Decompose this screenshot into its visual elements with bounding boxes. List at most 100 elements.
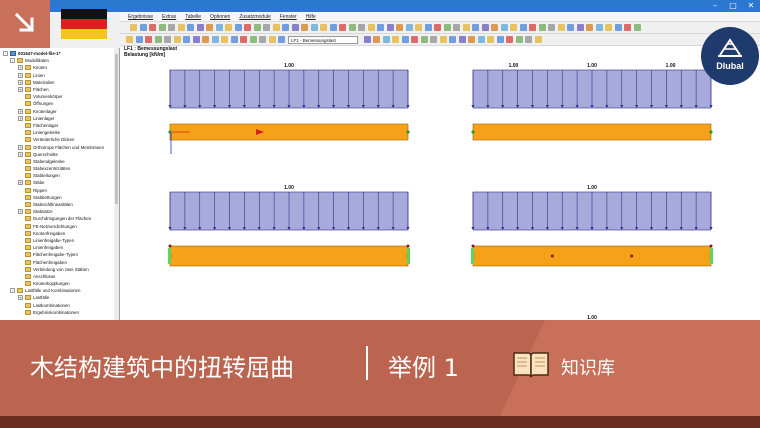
- toolbar-button[interactable]: [434, 24, 441, 31]
- toolbar-button[interactable]: [268, 36, 276, 43]
- menu-item[interactable]: Optionen: [210, 12, 230, 21]
- toolbar-button[interactable]: [310, 24, 318, 31]
- toolbar-button[interactable]: [126, 36, 133, 43]
- toolbar-button[interactable]: [525, 36, 532, 43]
- toolbar-button[interactable]: [225, 24, 232, 31]
- tree-item[interactable]: + Linienlager: [0, 115, 115, 122]
- toolbar-button[interactable]: [363, 36, 371, 43]
- expand-icon[interactable]: +: [18, 151, 23, 157]
- menu-item[interactable]: Zusatzmodule: [239, 12, 270, 21]
- tree-item[interactable]: Flächenlager: [0, 122, 115, 129]
- toolbar-button[interactable]: [519, 24, 527, 31]
- toolbar-button[interactable]: [633, 24, 641, 31]
- menu-item[interactable]: Hilfe: [306, 12, 316, 21]
- expand-icon[interactable]: +: [18, 72, 23, 78]
- toolbar-button[interactable]: [506, 36, 513, 43]
- toolbar-button[interactable]: [177, 24, 185, 31]
- toolbar-button[interactable]: [386, 24, 394, 31]
- tree-item[interactable]: Verbindung von zwei Stäben: [0, 266, 115, 273]
- toolbar-button[interactable]: [462, 24, 470, 31]
- toolbar-button[interactable]: [548, 24, 555, 31]
- tree-item[interactable]: + Materialien: [0, 79, 115, 86]
- toolbar-button[interactable]: [253, 24, 261, 31]
- expand-icon[interactable]: +: [18, 108, 23, 114]
- tree-item[interactable]: Liniengelenke: [0, 129, 115, 136]
- toolbar-button[interactable]: [367, 24, 375, 31]
- tree-item[interactable]: Volumenkörper: [0, 93, 115, 100]
- tree-item[interactable]: + Knotenlager: [0, 108, 115, 115]
- tree-item[interactable]: + Querschnitte: [0, 151, 115, 158]
- toolbar-button[interactable]: [158, 24, 166, 31]
- toolbar-button[interactable]: [496, 36, 504, 43]
- menu-item[interactable]: Ergebnisse: [128, 12, 153, 21]
- toolbar-button[interactable]: [453, 24, 460, 31]
- toolbar-button[interactable]: [135, 36, 143, 43]
- toolbar-button[interactable]: [130, 24, 137, 31]
- toolbar-button[interactable]: [230, 36, 238, 43]
- toolbar-button[interactable]: [595, 24, 603, 31]
- tree-item[interactable]: Veränderliche Dicken: [0, 136, 115, 143]
- toolbar-button[interactable]: [534, 36, 542, 43]
- toolbar-button[interactable]: [154, 36, 162, 43]
- toolbar-button[interactable]: [458, 36, 466, 43]
- tree-item[interactable]: + Orthotrope Flächen und Membranen: [0, 143, 115, 150]
- expand-icon[interactable]: +: [18, 209, 23, 215]
- navigator-scrollbar[interactable]: [114, 48, 119, 320]
- toolbar-button[interactable]: [215, 24, 223, 31]
- toolbar-button[interactable]: [472, 24, 479, 31]
- toolbar-button[interactable]: [173, 36, 181, 43]
- toolbar-button[interactable]: [392, 36, 399, 43]
- toolbar-button[interactable]: [529, 24, 536, 31]
- toolbar-button[interactable]: [411, 36, 418, 43]
- member-panel[interactable]: 1.00 1.00 1.00: [471, 63, 713, 141]
- toolbar-button[interactable]: [500, 24, 508, 31]
- toolbar-button[interactable]: [348, 24, 356, 31]
- member-panel[interactable]: 1.00: [168, 63, 410, 154]
- tree-item[interactable]: + Flächen: [0, 86, 115, 93]
- expand-icon[interactable]: +: [18, 144, 23, 150]
- toolbar-button[interactable]: [443, 24, 451, 31]
- toolbar-button[interactable]: [196, 24, 204, 31]
- toolbar-button[interactable]: [187, 24, 194, 31]
- toolbar-button[interactable]: [449, 36, 456, 43]
- collapse-icon[interactable]: -: [3, 51, 8, 57]
- menu-item[interactable]: Extras: [162, 12, 176, 21]
- tree-item[interactable]: + Lastfälle: [0, 294, 115, 301]
- toolbar-button[interactable]: [329, 24, 337, 31]
- tree-item[interactable]: + Stabsätze: [0, 208, 115, 215]
- expand-icon[interactable]: +: [18, 65, 23, 71]
- toolbar-button[interactable]: [567, 24, 574, 31]
- tree-item[interactable]: Stabbettungen: [0, 194, 115, 201]
- tree-item[interactable]: Durchdringungen der Flächen: [0, 215, 115, 222]
- tree-item[interactable]: + Stäbe: [0, 179, 115, 186]
- expand-icon[interactable]: +: [18, 180, 23, 186]
- toolbar-button[interactable]: [234, 24, 242, 31]
- toolbar-button[interactable]: [339, 24, 346, 31]
- tree-item[interactable]: Stabendgelenke: [0, 158, 115, 165]
- toolbar-button[interactable]: [439, 36, 447, 43]
- toolbar-button[interactable]: [149, 24, 156, 31]
- expand-icon[interactable]: +: [18, 115, 23, 121]
- tree-item[interactable]: Linienfreigaben: [0, 244, 115, 251]
- tree-item[interactable]: - Modelldaten: [0, 57, 115, 64]
- tree-item[interactable]: + Linien: [0, 72, 115, 79]
- toolbar-button[interactable]: [424, 24, 432, 31]
- member-panel[interactable]: 1.00: [471, 185, 713, 267]
- tree-item[interactable]: Flächenfreigabe-Typen: [0, 251, 115, 258]
- toolbar-button[interactable]: [415, 24, 422, 31]
- toolbar-button[interactable]: [164, 36, 171, 43]
- toolbar-button[interactable]: [481, 24, 489, 31]
- toolbar-button[interactable]: [515, 36, 523, 43]
- collapse-icon[interactable]: -: [10, 288, 15, 294]
- member-panel[interactable]: 1.00: [168, 185, 410, 267]
- maximize-button[interactable]: □: [724, 1, 742, 11]
- toolbar-button[interactable]: [420, 36, 428, 43]
- toolbar-button[interactable]: [202, 36, 209, 43]
- expand-icon[interactable]: +: [18, 79, 23, 85]
- tree-root[interactable]: - 001647-model-file-1*: [0, 50, 115, 57]
- tree-item[interactable]: Öffnungen: [0, 100, 115, 107]
- toolbar-button[interactable]: [605, 24, 612, 31]
- toolbar-button[interactable]: [377, 24, 384, 31]
- tree-item[interactable]: Stabteilungen: [0, 172, 115, 179]
- toolbar-button[interactable]: [320, 24, 327, 31]
